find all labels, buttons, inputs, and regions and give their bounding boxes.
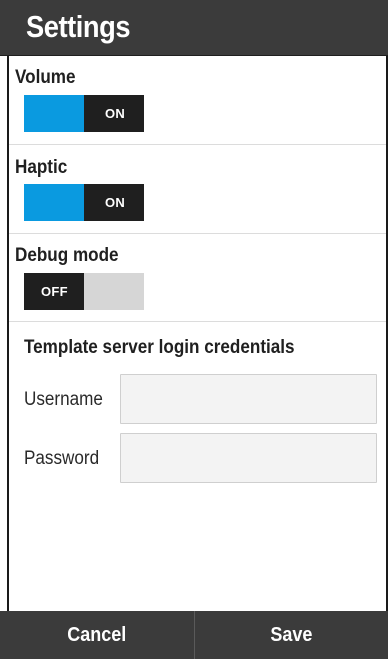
username-label: Username [24,389,103,410]
haptic-toggle[interactable]: ON [24,184,144,221]
footer-bar: Cancel Save [0,611,388,659]
cancel-button-label: Cancel [67,623,127,646]
cancel-button[interactable]: Cancel [0,611,194,659]
password-field[interactable] [120,433,377,483]
debug-mode-toggle[interactable]: OFF [24,273,144,310]
toggle-track [84,273,144,310]
volume-toggle[interactable]: ON [24,95,144,132]
haptic-label: Haptic [15,157,68,178]
page-title: Settings [26,9,131,44]
toggle-fill [24,95,84,132]
debug-mode-toggle-state: OFF [41,284,68,299]
settings-screen: Settings Volume ON Haptic ON Debug mode … [0,0,388,659]
divider [9,144,386,145]
save-button-label: Save [270,623,313,646]
volume-label: Volume [15,67,76,88]
volume-toggle-state: ON [105,106,126,121]
divider [9,233,386,234]
haptic-toggle-state: ON [105,195,126,210]
password-label: Password [24,448,100,469]
divider [9,321,386,322]
toggle-fill [24,184,84,221]
username-field[interactable] [120,374,377,424]
credentials-title: Template server login credentials [24,337,295,358]
app-header: Settings [0,0,388,56]
left-border [7,56,9,611]
save-button[interactable]: Save [195,611,388,659]
debug-mode-label: Debug mode [15,245,119,266]
